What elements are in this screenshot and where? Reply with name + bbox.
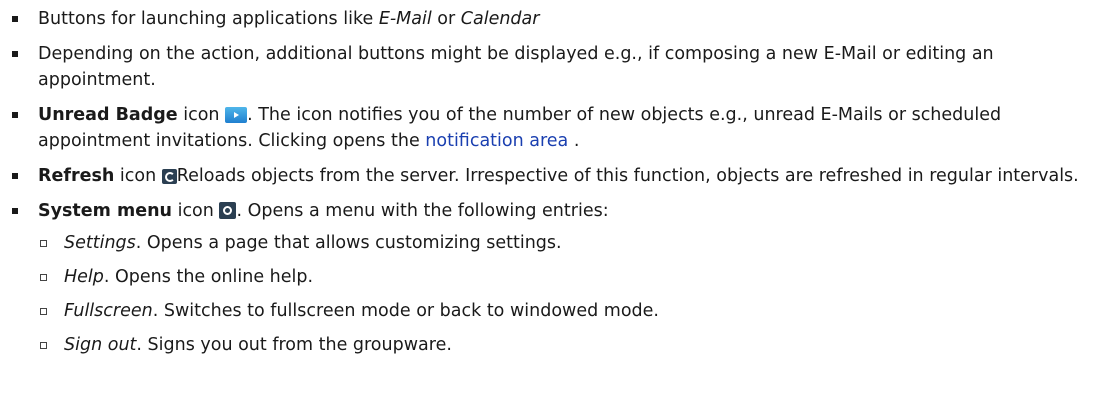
list-item-launch-buttons: Buttons for launching applications like … [0, 0, 1116, 32]
sub-item-settings: Settings. Opens a page that allows custo… [38, 230, 1116, 256]
item-text: or [431, 9, 461, 29]
list-item-additional-buttons: Depending on the action, additional butt… [0, 41, 1116, 93]
item-text: . Opens a page that allows customizing s… [135, 233, 562, 253]
list-item-system-menu: System menu icon . Opens a menu with the… [0, 198, 1116, 358]
item-text: . Opens the online help. [103, 267, 314, 287]
calendar-term: Calendar [460, 9, 540, 29]
item-text: Reloads objects from the server. Irrespe… [176, 166, 1079, 186]
sign-out-term: Sign out [64, 335, 137, 355]
list-item-unread-badge: Unread Badge icon . The icon notifies yo… [0, 102, 1116, 154]
item-text: Buttons for launching applications like [38, 9, 379, 29]
unread-badge-icon [225, 107, 248, 123]
help-term: Help [64, 267, 104, 287]
list-item-refresh: Refresh icon Reloads objects from the se… [0, 163, 1116, 189]
sub-item-help: Help. Opens the online help. [38, 264, 1116, 290]
item-text: . Switches to fullscreen mode or back to… [152, 301, 659, 321]
unread-badge-term: Unread Badge [38, 105, 178, 125]
notification-area-link[interactable]: notification area [425, 131, 568, 151]
item-text: . Opens a menu with the following entrie… [236, 201, 609, 221]
item-text: . [568, 131, 580, 151]
fullscreen-term: Fullscreen [64, 301, 153, 321]
feature-list: Buttons for launching applications like … [0, 0, 1116, 358]
sub-item-sign-out: Sign out. Signs you out from the groupwa… [38, 332, 1116, 358]
settings-term: Settings [64, 233, 136, 253]
system-menu-entries: Settings. Opens a page that allows custo… [38, 230, 1116, 358]
item-text: icon [177, 105, 226, 125]
item-text: icon [172, 201, 220, 221]
sub-item-fullscreen: Fullscreen. Switches to fullscreen mode … [38, 298, 1116, 324]
system-menu-term: System menu [38, 201, 173, 221]
refresh-term: Refresh [38, 166, 115, 186]
refresh-icon [161, 169, 177, 184]
gear-icon [219, 202, 237, 219]
email-term: E-Mail [378, 9, 432, 29]
item-text: icon [114, 166, 162, 186]
item-text: . Signs you out from the groupware. [136, 335, 452, 355]
item-text: Depending on the action, additional butt… [38, 44, 994, 90]
